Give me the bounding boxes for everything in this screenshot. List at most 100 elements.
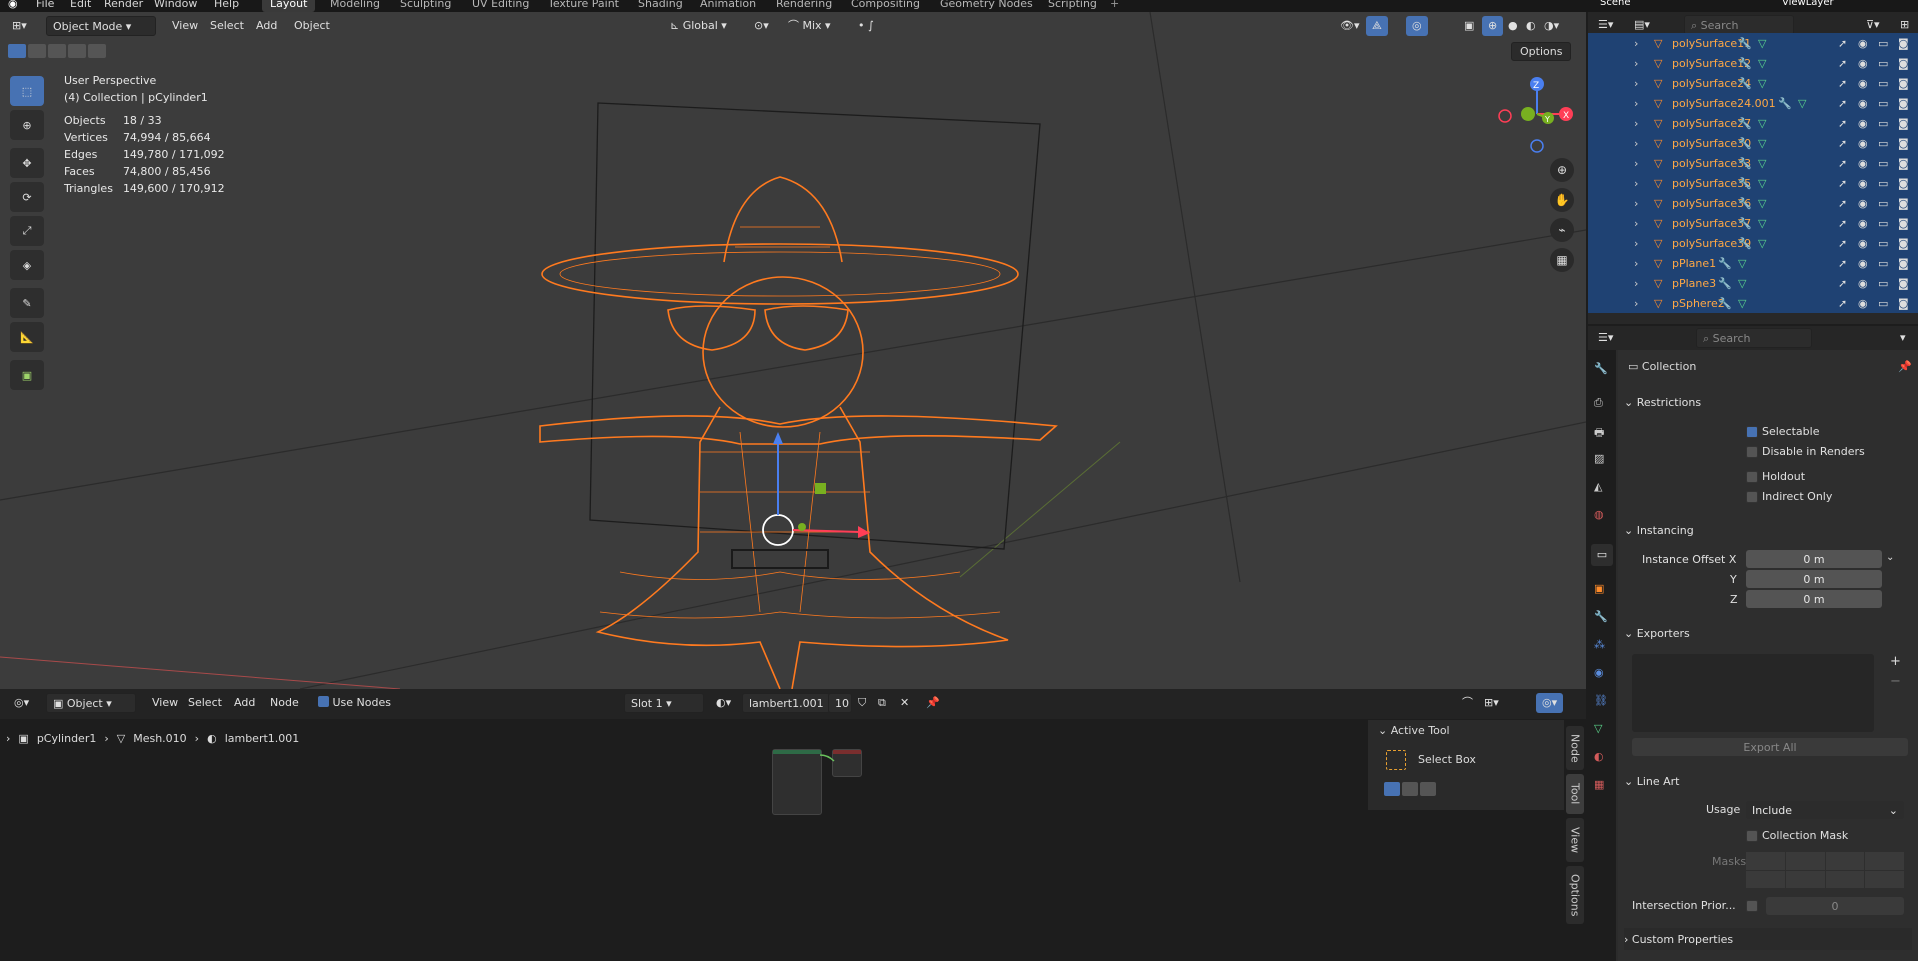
visibility-eye-icon[interactable]: ◉	[1858, 177, 1868, 190]
node-snap-icon[interactable]: ⌒	[1456, 693, 1479, 713]
selectable-arrow-icon[interactable]: ➚	[1838, 197, 1847, 210]
workspace-tab-scripting[interactable]: Scripting	[1040, 0, 1105, 12]
properties-options-icon[interactable]: ▾	[1894, 328, 1912, 348]
outliner-row[interactable]: › ▽ polySurface36 🔧 ▽ ➚ ◉ ▭ ◙	[1588, 193, 1918, 213]
menu-render[interactable]: Render	[104, 0, 143, 10]
constraints-tab-icon[interactable]: ⛓	[1594, 694, 1608, 707]
menu-edit[interactable]: Edit	[70, 0, 91, 10]
workspace-tab-texture-paint[interactable]: Texture Paint	[540, 0, 627, 12]
mode-select[interactable]: Object Mode ▾	[46, 16, 156, 36]
viewport-monitor-icon[interactable]: ▭	[1878, 237, 1888, 250]
menu-help[interactable]: Help	[214, 0, 239, 10]
visibility-eye-icon[interactable]: ◉	[1858, 297, 1868, 310]
custom-properties-panel-header[interactable]: › Custom Properties	[1624, 928, 1912, 950]
filter-icon[interactable]: ⊽▾	[1860, 15, 1886, 35]
outliner-row[interactable]: › ▽ polySurface12 🔧 ▽ ➚ ◉ ▭ ◙	[1588, 53, 1918, 73]
selectable-arrow-icon[interactable]: ➚	[1838, 177, 1847, 190]
new-collection-icon[interactable]: ⊞	[1894, 15, 1915, 35]
active-tool-header[interactable]: ⌄ Active Tool	[1378, 724, 1450, 737]
workspace-tab-shading[interactable]: Shading	[630, 0, 691, 12]
select-intersect-icon[interactable]	[88, 44, 106, 58]
breadcrumb-material[interactable]: lambert1.001	[225, 732, 300, 745]
visibility-eye-icon[interactable]: ◉	[1858, 197, 1868, 210]
exporters-list[interactable]	[1632, 654, 1874, 732]
workspace-tab-animation[interactable]: Animation	[692, 0, 764, 12]
tool-tab-icon[interactable]: 🔧	[1594, 362, 1608, 375]
world-tab-icon[interactable]: ◍	[1594, 508, 1604, 521]
visibility-eye-icon[interactable]: ◉	[1858, 237, 1868, 250]
render-camera-icon[interactable]: ◙	[1898, 37, 1909, 50]
expand-arrow-icon[interactable]: ›	[1634, 97, 1638, 110]
camera-view-icon[interactable]: ⌁	[1550, 218, 1574, 242]
expand-arrow-icon[interactable]: ›	[1634, 137, 1638, 150]
outliner-object-name[interactable]: pPlane1	[1672, 257, 1716, 270]
selectable-arrow-icon[interactable]: ➚	[1838, 77, 1847, 90]
particles-tab-icon[interactable]: ⁂	[1594, 638, 1605, 651]
snap-select[interactable]: ⌒ Mix ▾	[782, 16, 837, 36]
workspace-tab-rendering[interactable]: Rendering	[768, 0, 840, 12]
tab-node[interactable]: Node	[1566, 726, 1584, 770]
object-tab-icon[interactable]: ▣	[1594, 582, 1604, 595]
node-menu-view[interactable]: View	[146, 693, 184, 713]
holdout-checkbox[interactable]	[1746, 471, 1758, 483]
outliner-row[interactable]: › ▽ pPlane3 🔧 ▽ ➚ ◉ ▭ ◙	[1588, 273, 1918, 293]
export-all-button[interactable]: Export All	[1632, 738, 1908, 756]
visibility-eye-icon[interactable]: ◉	[1858, 257, 1868, 270]
workspace-tab-compositing[interactable]: Compositing	[843, 0, 928, 12]
selectable-arrow-icon[interactable]: ➚	[1838, 157, 1847, 170]
use-nodes-toggle[interactable]: Use Nodes	[312, 693, 397, 713]
intersection-priority-checkbox[interactable]	[1746, 900, 1758, 912]
output-tab-icon[interactable]: 🖶	[1594, 424, 1604, 443]
measure-tool-icon[interactable]: 📐	[10, 322, 44, 352]
fake-user-icon[interactable]: ⛉	[852, 693, 872, 713]
outliner-object-name[interactable]: pSphere2	[1672, 297, 1725, 310]
intersection-priority-field[interactable]: 0	[1766, 897, 1904, 915]
instance-offset-x-field[interactable]: 0 m	[1746, 550, 1882, 568]
properties-search[interactable]: ⌕ Search	[1696, 328, 1812, 348]
3d-viewport[interactable]	[0, 12, 1586, 689]
principled-bsdf-node[interactable]	[772, 749, 822, 815]
add-workspace-icon[interactable]: +	[1110, 0, 1119, 10]
expand-arrow-icon[interactable]: ›	[1634, 297, 1638, 310]
viewport-menu-object[interactable]: Object	[288, 16, 336, 36]
render-camera-icon[interactable]: ◙	[1898, 117, 1909, 130]
texture-tab-icon[interactable]: ▦	[1594, 778, 1604, 791]
scene-name[interactable]: Scene	[1600, 0, 1631, 8]
render-camera-icon[interactable]: ◙	[1898, 157, 1909, 170]
expand-arrow-icon[interactable]: ›	[1634, 277, 1638, 290]
render-camera-icon[interactable]: ◙	[1898, 277, 1909, 290]
axis-gizmo[interactable]: Z Y X	[1492, 76, 1582, 156]
render-camera-icon[interactable]: ◙	[1898, 57, 1909, 70]
outliner-row[interactable]: › ▽ polySurface35 🔧 ▽ ➚ ◉ ▭ ◙	[1588, 173, 1918, 193]
selectable-arrow-icon[interactable]: ➚	[1838, 57, 1847, 70]
render-camera-icon[interactable]: ◙	[1898, 77, 1909, 90]
rotate-tool-icon[interactable]: ⟳	[10, 182, 44, 212]
data-tab-icon[interactable]: ▽	[1594, 722, 1602, 735]
outliner-row[interactable]: › ▽ polySurface37 🔧 ▽ ➚ ◉ ▭ ◙	[1588, 213, 1918, 233]
usage-select[interactable]: Include ⌄	[1746, 801, 1904, 819]
outliner-row[interactable]: › ▽ pSphere2 🔧 ▽ ➚ ◉ ▭ ◙	[1588, 293, 1918, 313]
outliner-row[interactable]: › ▽ polySurface30 🔧 ▽ ➚ ◉ ▭ ◙	[1588, 133, 1918, 153]
selectable-arrow-icon[interactable]: ➚	[1838, 97, 1847, 110]
viewport-monitor-icon[interactable]: ▭	[1878, 177, 1888, 190]
workspace-tab-layout[interactable]: Layout	[262, 0, 316, 12]
outliner-row[interactable]: › ▽ polySurface24 🔧 ▽ ➚ ◉ ▭ ◙	[1588, 73, 1918, 93]
selectable-arrow-icon[interactable]: ➚	[1838, 37, 1847, 50]
properties-editor-icon[interactable]: ☰▾	[1592, 328, 1619, 348]
selectable-checkbox[interactable]	[1746, 426, 1758, 438]
selectable-arrow-icon[interactable]: ➚	[1838, 117, 1847, 130]
pin-icon[interactable]: 📌	[920, 693, 946, 713]
editor-type-icon[interactable]: ⊞▾	[6, 16, 33, 36]
display-mode-icon[interactable]: ▤▾	[1628, 15, 1656, 35]
visibility-eye-icon[interactable]: ◉	[1858, 117, 1868, 130]
select-new-icon[interactable]	[8, 44, 26, 58]
selectable-arrow-icon[interactable]: ➚	[1838, 257, 1847, 270]
navigation-gizmo[interactable]: Z Y X	[1492, 76, 1582, 156]
node-menu-add[interactable]: Add	[228, 693, 261, 713]
pin-context-icon[interactable]: 📌	[1898, 360, 1912, 373]
viewport-monitor-icon[interactable]: ▭	[1878, 37, 1888, 50]
selectable-arrow-icon[interactable]: ➚	[1838, 297, 1847, 310]
outliner-row[interactable]: › ▽ pPlane1 🔧 ▽ ➚ ◉ ▭ ◙	[1588, 253, 1918, 273]
menu-window[interactable]: Window	[154, 0, 197, 10]
render-camera-icon[interactable]: ◙	[1898, 237, 1909, 250]
